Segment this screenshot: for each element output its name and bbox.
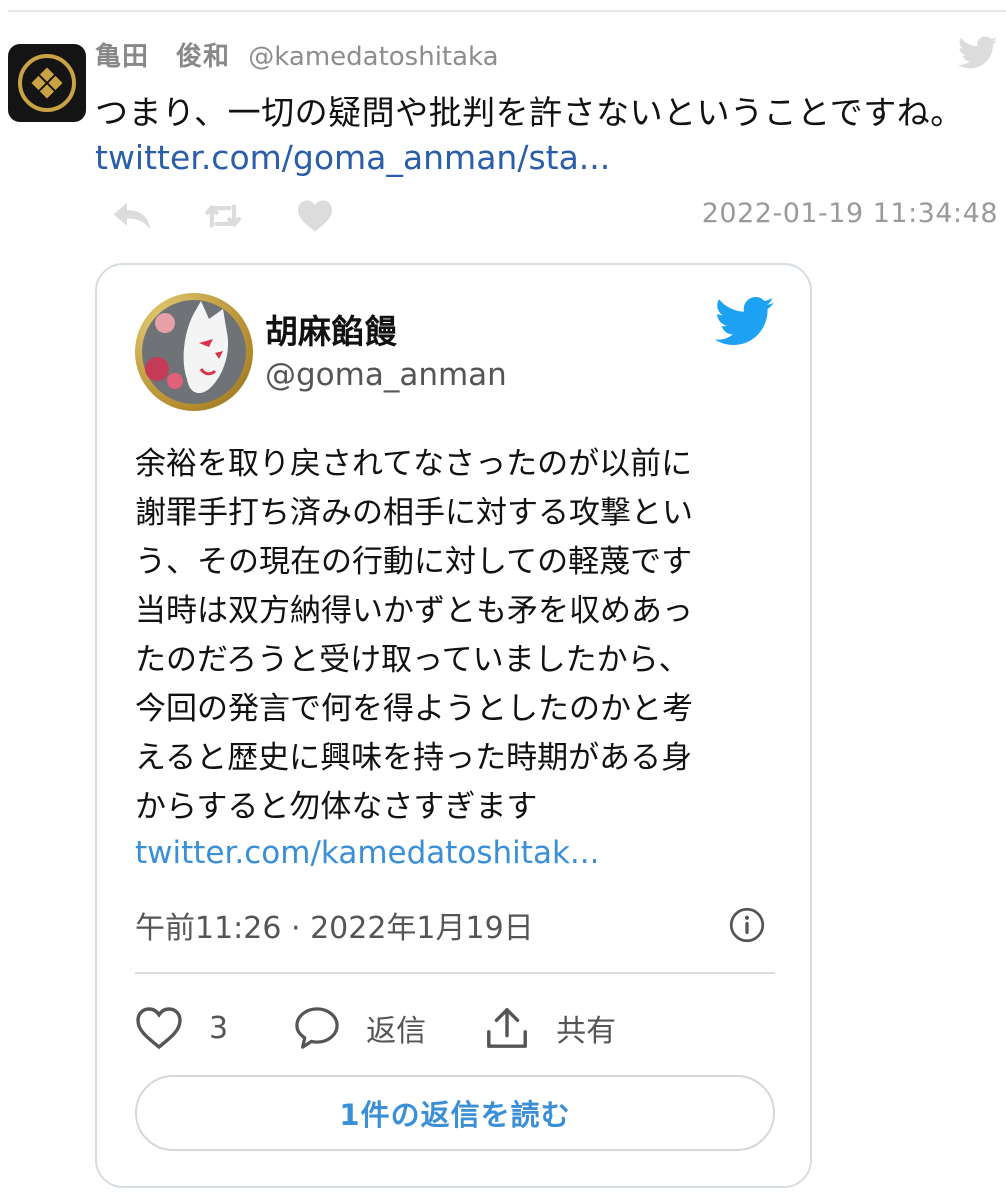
author-name[interactable]: 亀田 俊和 [95, 42, 230, 72]
reply-button[interactable] [112, 196, 204, 236]
text-line: えると歴史に興味を持った時期がある身 [135, 740, 693, 776]
author-line: 亀田 俊和 @kamedatoshitaka [95, 36, 499, 73]
quoted-tweet-text: 余裕を取り戻されてなさったのが以前に 謝罪手打ち済みの相手に対する攻撃とい う、… [135, 440, 775, 832]
text-line: 謝罪手打ち済みの相手に対する攻撃とい [135, 495, 693, 531]
quoted-author-name[interactable]: 胡麻餡饅 [265, 305, 397, 353]
text-line: う、その現在の行動に対しての軽蔑です [135, 544, 693, 580]
speech-bubble-icon [295, 1007, 339, 1049]
heart-icon [136, 1007, 182, 1050]
card-divider [135, 972, 775, 974]
twitter-bird-icon[interactable] [715, 297, 775, 347]
tweet-timestamp: 2022-01-19 11:34:48 [701, 198, 998, 229]
text-line: からすると勿体なさすぎます [135, 789, 538, 825]
quoted-tweet-link[interactable]: twitter.com/kamedatoshitak... [135, 835, 599, 871]
share-icon [487, 1008, 528, 1048]
tweet-text: つまり、一切の疑問や批判を許さないということですね。 [95, 93, 964, 132]
like-count: 3 [209, 1010, 229, 1046]
like-button[interactable]: 3 [135, 1006, 228, 1050]
top-divider [8, 10, 1006, 12]
share-button[interactable]: 共有 [484, 1005, 616, 1051]
quoted-author-avatar[interactable] [135, 293, 253, 411]
quoted-tweet-actions: 3 返信 共有 [135, 1003, 616, 1053]
reply-button[interactable]: 返信 [294, 1006, 426, 1050]
text-line: 今回の発言で何を得ようとしたのかと考 [135, 691, 693, 727]
fox-mask-avatar-image [142, 300, 246, 404]
author-avatar[interactable] [8, 44, 86, 122]
quoted-tweet-time[interactable]: 午前11:26 · 2022年1月19日 [135, 903, 534, 947]
retweet-button[interactable] [204, 196, 296, 236]
reply-label: 返信 [366, 1014, 427, 1049]
info-icon[interactable] [729, 907, 765, 943]
author-handle[interactable]: @kamedatoshitaka [248, 42, 498, 72]
family-crest-icon [18, 54, 76, 112]
quoted-tweet-card[interactable]: 胡麻餡饅 @goma_anman 余裕を取り戻されてなさったのが以前に 謝罪手打… [95, 263, 812, 1188]
like-button[interactable] [296, 196, 388, 236]
like-icon [298, 200, 332, 232]
text-line: 当時は双方納得いかずとも矛を収めあっ [135, 593, 693, 629]
quoted-author-handle[interactable]: @goma_anman [265, 357, 507, 393]
twitter-bird-icon[interactable] [958, 36, 998, 70]
text-line: 余裕を取り戻されてなさったのが以前に [135, 446, 693, 482]
tweet-actions [112, 196, 388, 236]
reply-icon [113, 202, 151, 230]
text-line: たのだろうと受け取っていましたから、 [135, 642, 690, 678]
read-replies-button[interactable]: 1件の返信を読む [135, 1075, 775, 1151]
tweet-link[interactable]: twitter.com/goma_anman/sta... [95, 138, 610, 177]
retweet-icon [205, 204, 241, 228]
share-label: 共有 [556, 1014, 617, 1049]
